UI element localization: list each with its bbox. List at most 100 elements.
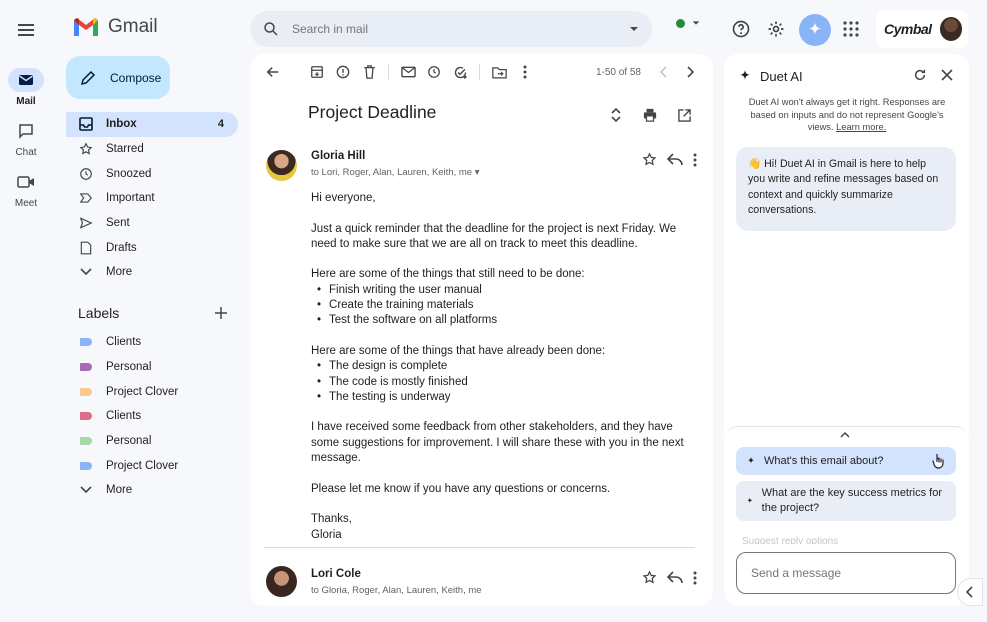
subject-actions xyxy=(603,102,697,128)
back-button[interactable] xyxy=(260,59,286,85)
sender-avatar[interactable] xyxy=(266,150,297,181)
label-item[interactable]: Personal xyxy=(66,355,238,380)
labels-more-label: More xyxy=(106,484,133,497)
reply-icon[interactable] xyxy=(667,571,683,584)
suggestion-label: What are the key success metrics for the… xyxy=(761,487,942,514)
message-body: Hi everyone, Just a quick reminder that … xyxy=(311,191,701,543)
learn-more-link[interactable]: Learn more. xyxy=(836,122,886,132)
add-task-button[interactable] xyxy=(447,59,473,85)
sparkle-icon xyxy=(809,22,821,35)
label-item[interactable]: Project Clover xyxy=(66,453,238,478)
more-vert-icon[interactable] xyxy=(693,571,697,585)
close-icon[interactable] xyxy=(941,69,953,81)
chevron-up-icon[interactable] xyxy=(840,431,850,438)
apps-button[interactable] xyxy=(838,16,864,42)
nav-sent[interactable]: Sent xyxy=(66,211,238,236)
older-button[interactable] xyxy=(677,59,703,85)
label-tag-icon xyxy=(80,412,92,421)
add-label-icon[interactable] xyxy=(214,306,228,320)
nav-more[interactable]: More xyxy=(66,260,238,285)
delete-button[interactable] xyxy=(356,59,382,85)
snooze-button[interactable] xyxy=(421,59,447,85)
list-item: Test the software on all platforms xyxy=(317,313,701,328)
unfold-icon xyxy=(611,108,621,122)
todo-list: Finish writing the user manual Create th… xyxy=(311,283,701,329)
nav-snoozed[interactable]: Snoozed xyxy=(66,161,238,186)
refresh-icon[interactable] xyxy=(913,68,927,82)
search-options-icon[interactable] xyxy=(628,23,640,35)
app-name: Gmail xyxy=(108,16,158,37)
more-actions-button[interactable] xyxy=(512,59,538,85)
print-button[interactable] xyxy=(637,102,663,128)
status-selector[interactable] xyxy=(676,18,701,28)
open-new-window-button[interactable] xyxy=(671,102,697,128)
toolbar-divider xyxy=(388,64,389,80)
done-intro: Here are some of the things that have al… xyxy=(311,344,606,357)
sender-name[interactable]: Gloria Hill xyxy=(311,150,365,162)
sparkle-icon xyxy=(747,497,753,503)
message-input[interactable] xyxy=(736,552,956,594)
archive-button[interactable] xyxy=(304,59,330,85)
nav-important[interactable]: Important xyxy=(66,186,238,211)
label-item[interactable]: Project Clover xyxy=(66,379,238,404)
nav-more-label: More xyxy=(106,266,133,279)
search-input[interactable] xyxy=(292,22,628,36)
send-icon xyxy=(79,217,93,229)
label-item[interactable]: Personal xyxy=(66,429,238,454)
body-greeting: Hi everyone, xyxy=(311,192,376,204)
mail-icon xyxy=(19,75,33,85)
label-item[interactable]: Clients xyxy=(66,404,238,429)
suggestion-chip[interactable]: What are the key success metrics for the… xyxy=(736,481,956,521)
body-paragraph: Please let me know if you have any quest… xyxy=(311,482,611,495)
expand-all-button[interactable] xyxy=(603,102,629,128)
rail-mail[interactable]: Mail xyxy=(6,68,46,107)
body-paragraph: Just a quick reminder that the deadline … xyxy=(311,222,677,250)
nav-inbox[interactable]: Inbox 4 xyxy=(66,112,238,137)
rail-chat[interactable]: Chat xyxy=(6,119,46,158)
recipients[interactable]: to Gloria, Roger, Alan, Lauren, Keith, m… xyxy=(311,585,482,596)
user-avatar[interactable] xyxy=(939,17,962,41)
more-vert-icon[interactable] xyxy=(693,153,697,167)
compose-button[interactable]: Compose xyxy=(66,56,170,99)
account-switcher[interactable]: Cymbal xyxy=(876,10,968,48)
label-tag-icon xyxy=(80,338,92,347)
report-spam-button[interactable] xyxy=(330,59,356,85)
duet-ai-panel: Duet AI Duet AI won't always get it righ… xyxy=(724,54,969,606)
message-divider xyxy=(264,547,695,548)
suggestion-chip-partial[interactable]: Suggest reply options xyxy=(742,536,838,544)
suggestion-chip[interactable]: What's this email about? xyxy=(736,447,956,475)
sender-avatar[interactable] xyxy=(266,566,297,597)
settings-button[interactable] xyxy=(763,16,789,42)
nav-starred[interactable]: Starred xyxy=(66,137,238,162)
star-icon[interactable] xyxy=(642,570,657,585)
toolbar-divider xyxy=(479,64,480,80)
sender-name[interactable]: Lori Cole xyxy=(311,568,361,580)
label-item[interactable]: Clients xyxy=(66,330,238,355)
main-menu-button[interactable] xyxy=(14,18,38,42)
rail-meet-label: Meet xyxy=(14,198,38,209)
chevron-right-icon xyxy=(687,66,694,78)
duet-ai-button[interactable] xyxy=(799,14,831,46)
side-panel-toggle[interactable] xyxy=(957,578,983,606)
nav-drafts[interactable]: Drafts xyxy=(66,235,238,260)
nav-important-label: Important xyxy=(106,192,155,205)
move-to-button[interactable] xyxy=(486,59,512,85)
paging-info: 1-50 of 58 xyxy=(595,66,641,78)
rail-meet[interactable]: Meet xyxy=(6,170,46,209)
body-paragraph: I have received some feedback from other… xyxy=(311,421,684,465)
recipients[interactable]: to Lori, Roger, Alan, Lauren, Keith, me … xyxy=(311,167,480,178)
labels-more[interactable]: More xyxy=(66,478,238,503)
search-bar[interactable] xyxy=(250,11,652,47)
newer-button[interactable] xyxy=(651,59,677,85)
star-icon[interactable] xyxy=(642,152,657,167)
gmail-logo[interactable]: Gmail xyxy=(72,16,158,38)
mark-unread-button[interactable] xyxy=(395,59,421,85)
nav-inbox-label: Inbox xyxy=(106,118,137,131)
suggestions-area: What's this email about? What are the ke… xyxy=(724,426,969,606)
help-button[interactable] xyxy=(728,16,754,42)
reply-icon[interactable] xyxy=(667,153,683,166)
more-vert-icon xyxy=(523,65,527,79)
archive-icon xyxy=(311,66,323,78)
search-icon[interactable] xyxy=(262,20,280,38)
add-task-icon xyxy=(454,66,467,79)
